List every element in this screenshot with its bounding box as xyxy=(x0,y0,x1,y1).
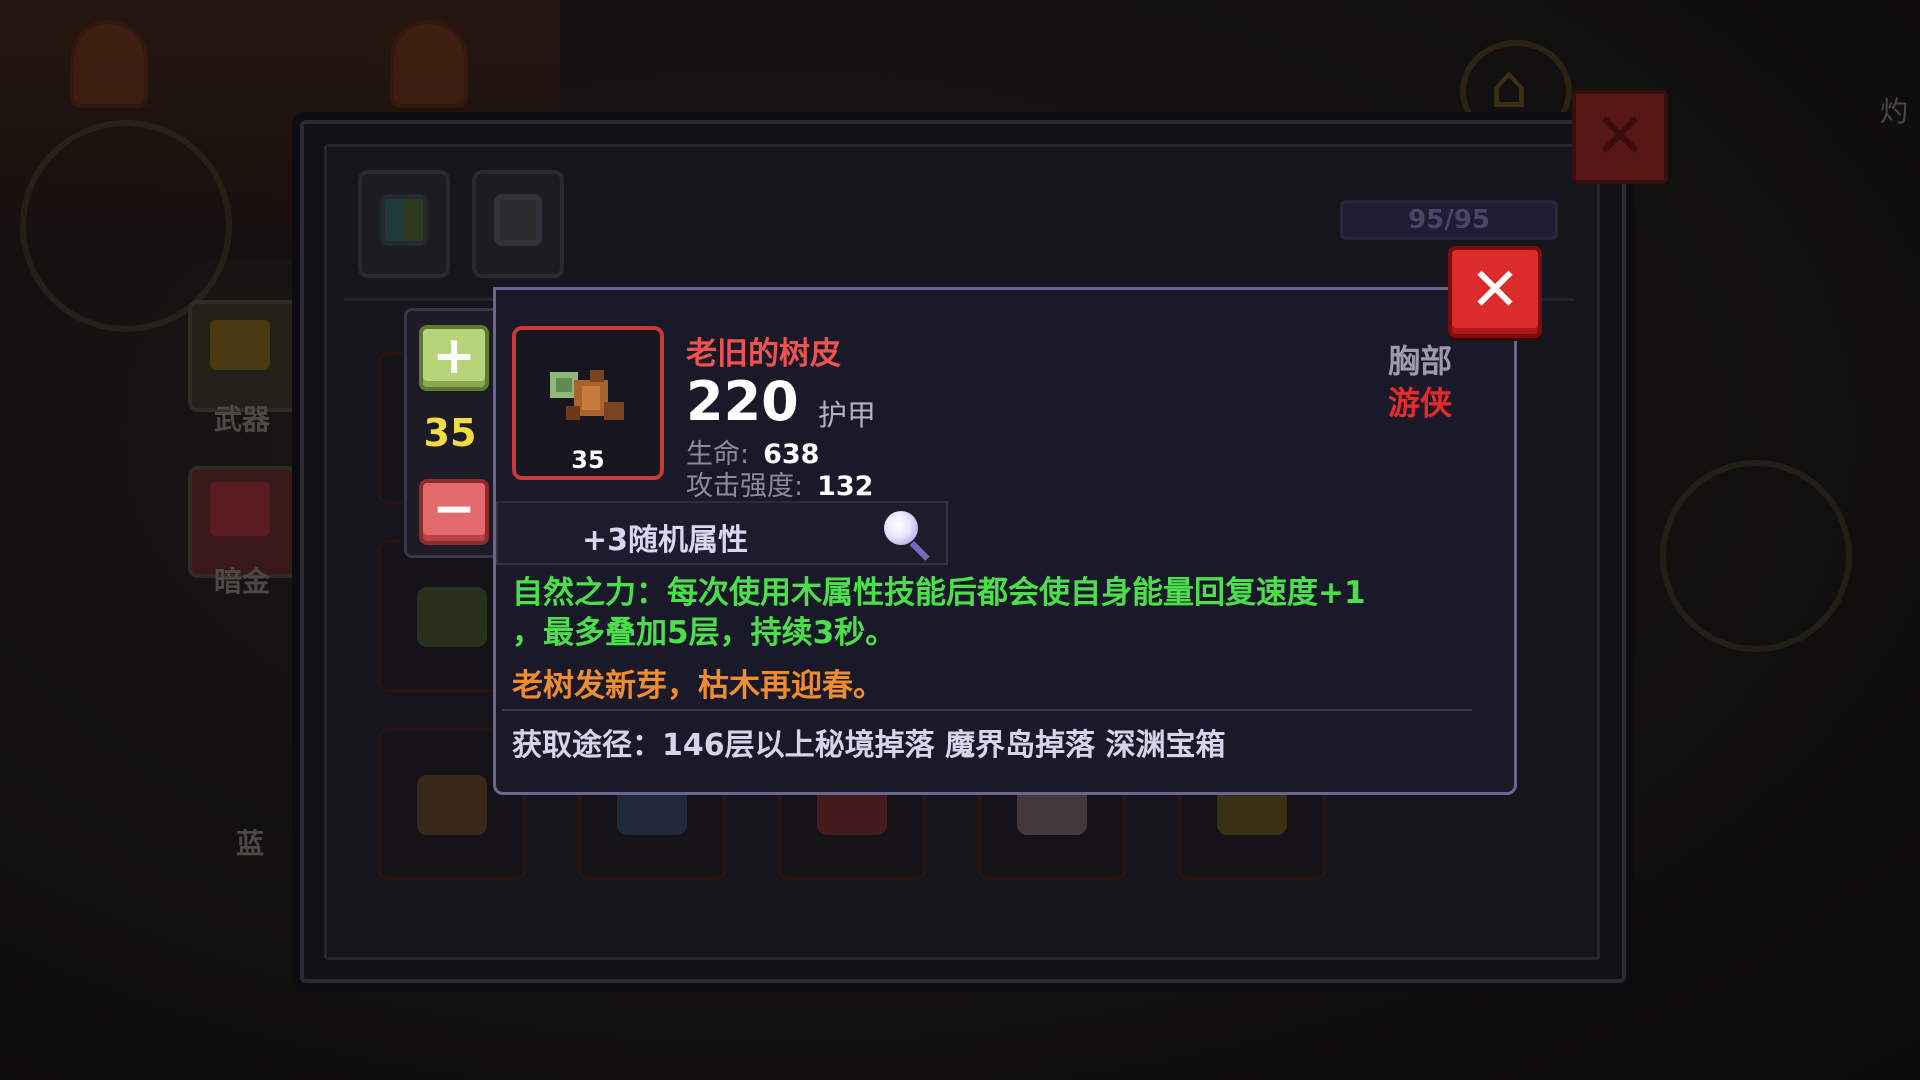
bark-armor-icon xyxy=(550,370,624,420)
random-attributes-button[interactable]: +3随机属性 xyxy=(496,501,948,565)
weapon-icon xyxy=(210,320,270,370)
background-lantern xyxy=(70,20,148,108)
magnifier-icon xyxy=(884,511,918,545)
flavor-text: 老树发新芽，枯木再迎春。 xyxy=(512,668,884,704)
armor-icon xyxy=(494,194,542,246)
level-stepper: + 35 − xyxy=(404,308,496,558)
stat-row: 攻击强度: 132 xyxy=(686,464,873,503)
magnifier-handle xyxy=(909,541,930,561)
item-sprite xyxy=(417,587,487,647)
background-ornament xyxy=(1660,460,1852,652)
dark-gold-nav-label: 暗金 xyxy=(214,565,271,598)
close-tooltip-button[interactable]: ✕ xyxy=(1448,246,1542,338)
tooltip-divider xyxy=(502,709,1472,711)
item-icon-frame: 35 xyxy=(512,326,664,480)
item-name: 老旧的树皮 xyxy=(686,336,841,372)
armor-value: 220 xyxy=(686,370,799,433)
class-requirement: 游侠 xyxy=(1387,384,1452,422)
special-effect-line: 自然之力：每次使用木属性技能后都会使自身能量回复速度+1 xyxy=(512,575,1366,611)
level-value: 35 xyxy=(423,411,477,455)
weapon-nav-button[interactable] xyxy=(188,300,298,412)
item-sprite xyxy=(417,775,487,835)
tab-all-items[interactable] xyxy=(358,170,450,278)
background-lantern xyxy=(390,20,468,108)
capacity-bar: 95/95 xyxy=(1340,200,1558,240)
weapon-nav-label: 武器 xyxy=(214,403,271,436)
special-effect-line: ，最多叠加5层，持续3秒。 xyxy=(512,615,897,651)
chest-icon xyxy=(210,482,270,536)
level-decrease-button[interactable]: − xyxy=(419,479,489,545)
stat-label: 攻击强度: xyxy=(686,471,804,502)
background-label: 灼 xyxy=(1880,95,1909,128)
level-increase-button[interactable]: + xyxy=(419,325,489,391)
stat-value: 132 xyxy=(817,471,874,502)
item-tooltip: 35 老旧的树皮 220 护甲 生命: 638 攻击强度: 132 胸部 游侠 +3… xyxy=(493,287,1517,795)
tab-armor[interactable] xyxy=(472,170,564,278)
item-level: 35 xyxy=(571,446,605,474)
blue-nav-label: 蓝 xyxy=(236,827,265,860)
special-effect: 自然之力：每次使用木属性技能后都会使自身能量回复速度+1 ，最多叠加5层，持续3… xyxy=(512,573,1492,653)
close-inventory-button[interactable]: ✕ xyxy=(1572,90,1668,184)
equipment-slot-type: 胸部 xyxy=(1387,342,1452,380)
random-attributes-label: +3随机属性 xyxy=(582,523,749,558)
acquisition-source: 获取途径：146层以上秘境掉落 魔界岛掉落 深渊宝箱 xyxy=(512,728,1226,763)
grid-icon xyxy=(380,194,428,246)
armor-label: 护甲 xyxy=(818,398,877,432)
